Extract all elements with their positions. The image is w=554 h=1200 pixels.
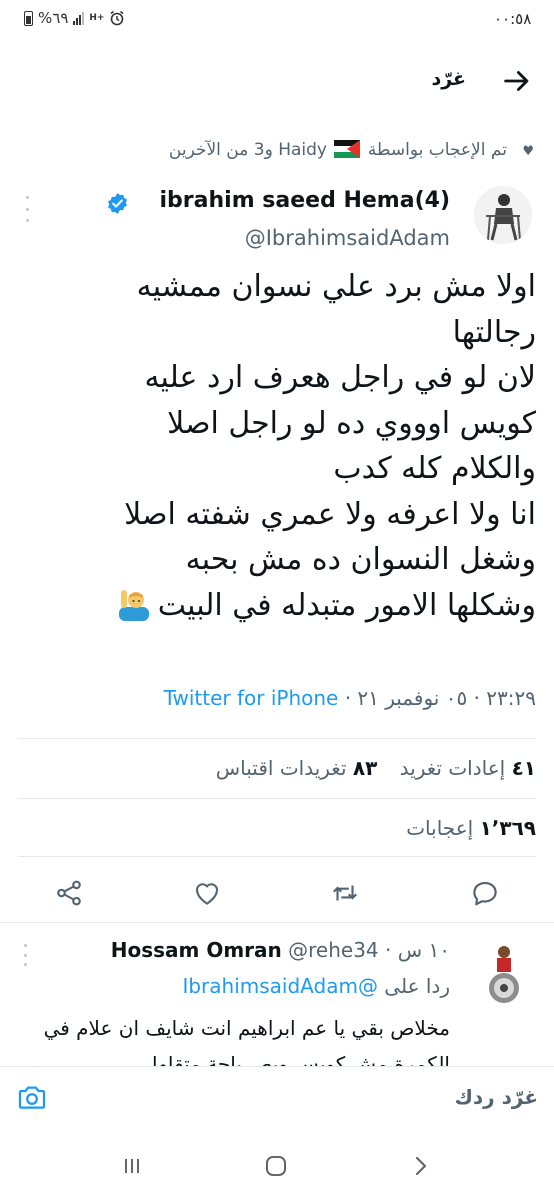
liked-by-name: Haidy (278, 140, 327, 160)
tweet-source-link[interactable]: Twitter for iPhone (164, 686, 339, 710)
replying-to-label: ردا على (384, 974, 450, 998)
share-icon[interactable] (54, 878, 84, 908)
tweet-line: رجالتها (452, 314, 536, 350)
reply-author-name: Hossam Omran (110, 938, 282, 962)
top-app-bar: غرّد (0, 44, 554, 120)
tweet-line: اولا مش برد علي نسوان ممشيه (136, 269, 536, 304)
reply-time: ١٠ س (397, 938, 450, 962)
tweet-line: انا ولا اعرفه ولا عمري شفته اصلا (124, 496, 536, 532)
divider (18, 798, 536, 799)
divider (0, 922, 554, 923)
clock: ٠٠:٥٨ (494, 10, 532, 28)
reply-header[interactable]: Hossam Omran @rehe34 · ١٠ س (111, 938, 450, 962)
tweet-timestamp-row: ٢٣:٢٩ · ٠٥ نوفمبر ٢١ · Twitter for iPhon… (16, 686, 536, 710)
status-indicators: %٦٩ H+ (24, 9, 125, 27)
retweet-stats-row: ٤١ إعادات تغريد ٨٣ تغريدات اقتباس (16, 756, 536, 780)
quotes-label: تغريدات اقتباس (215, 756, 347, 780)
battery-percent: %٦٩ (38, 9, 69, 27)
reply-text: مخلاص بقي يا عم ابراهيم انت شايف ان علام… (43, 1016, 450, 1070)
avatar-image (474, 186, 532, 244)
alarm-icon (110, 10, 124, 26)
reply-composer[interactable]: غرّد ردك (0, 1066, 554, 1128)
reply-input[interactable]: غرّد ردك (455, 1085, 538, 1109)
replying-to-handle-link[interactable]: @IbrahimsaidAdam (182, 974, 377, 998)
person-raising-hand-emoji-icon (118, 589, 149, 621)
recent-apps-icon[interactable] (118, 1152, 146, 1180)
back-nav-icon[interactable] (406, 1152, 434, 1180)
tweet-line: لان لو في راجل هعرف ارد عليه (144, 360, 536, 395)
tweet-line: والكلام كله كدب (333, 451, 536, 486)
quotes-count: ٨٣ (352, 756, 378, 780)
reply-icon[interactable] (470, 878, 500, 908)
divider (18, 738, 536, 739)
likes-count: ١٬٣٦٩ (479, 816, 536, 840)
liked-by-context[interactable]: ♥ تم الإعجاب بواسطة Haidy و3 من الآخرين (14, 140, 534, 160)
status-bar: %٦٩ H+ ٠٠:٥٨ (0, 0, 554, 44)
tweet-line: وشغل النسوان ده مش بحبه (185, 542, 536, 577)
tweet-line-last: وشكلها الامور متبدله في البيت (16, 583, 536, 629)
reply-author-handle: @rehe34 (288, 938, 379, 962)
tweet-text: اولا مش برد علي نسوان ممشيه رجالتها لان … (16, 264, 536, 628)
page-title: غرّد (431, 68, 466, 90)
author-handle[interactable]: @IbrahimsaidAdam (245, 226, 450, 250)
tweet-detail-screen: %٦٩ H+ ٠٠:٥٨ غرّد ♥ تم الإعجاب بواسطة Ha… (0, 0, 554, 1200)
separator: · (473, 686, 480, 710)
home-icon[interactable] (262, 1152, 290, 1180)
tweet-time: ٢٣:٢٩ (486, 686, 536, 710)
system-navigation-bar (0, 1128, 554, 1200)
retweets-label: إعادات تغريد (399, 756, 506, 780)
replying-to: ردا على @IbrahimsaidAdam (182, 974, 450, 998)
like-heart-icon[interactable] (192, 878, 222, 908)
separator: · (344, 686, 352, 710)
author-avatar[interactable] (474, 186, 532, 244)
reply-author-avatar[interactable] (480, 940, 528, 1010)
retweets-stat[interactable]: ٤١ إعادات تغريد (384, 756, 536, 780)
retweets-count: ٤١ (511, 756, 536, 780)
liked-by-others: و3 من الآخرين (168, 140, 273, 160)
verified-badge-icon (108, 192, 127, 215)
author-name[interactable]: ibrahim saeed Hema(4) (160, 188, 450, 213)
tweet-actions (0, 862, 554, 922)
tweet-line: كويس اوووي ده لو راجل اصلا (167, 405, 536, 441)
liked-by-label: تم الإعجاب بواسطة (367, 140, 507, 160)
palestine-flag-icon (334, 140, 361, 158)
heart-icon: ♥ (522, 144, 534, 159)
likes-stats-row[interactable]: ١٬٣٦٩ إعجابات (16, 816, 536, 840)
tweet-date: ٠٥ نوفمبر ٢١ (357, 686, 468, 710)
divider (18, 856, 536, 857)
likes-label: إعجابات (406, 816, 474, 840)
retweet-icon[interactable] (330, 878, 360, 908)
signal-icon (73, 11, 85, 25)
arrow-back-icon[interactable] (500, 64, 534, 98)
tweet-line-text: وشكلها الامور متبدله في البيت (157, 587, 536, 623)
camera-icon[interactable] (16, 1081, 48, 1113)
network-type: H+ (89, 13, 105, 23)
reply-more-options-icon[interactable] (18, 944, 32, 966)
more-options-icon[interactable] (20, 196, 34, 222)
quotes-stat[interactable]: ٨٣ تغريدات اقتباس (200, 756, 378, 780)
battery-icon (24, 10, 33, 26)
